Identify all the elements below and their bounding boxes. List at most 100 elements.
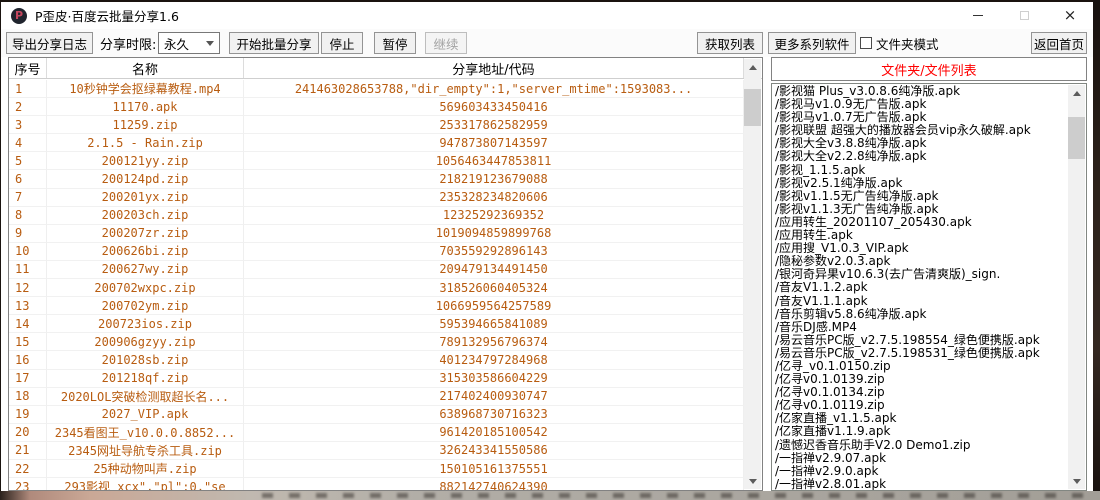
table-row[interactable]: 5200121yy.zip1056463447853811 xyxy=(9,152,744,170)
file-list-item[interactable]: /影视v1.1.3无广告纯净版.apk xyxy=(775,203,1068,216)
scroll-down-icon[interactable] xyxy=(1068,473,1085,489)
file-list-item[interactable]: /影视猫 Plus_v3.0.8.6纯净版.apk xyxy=(775,85,1068,98)
row-seq: 16 xyxy=(9,351,47,369)
table-row[interactable]: 17201218qf.zip315303586604229 xyxy=(9,370,744,388)
table-row[interactable]: 12200702wxpc.zip318526060405324 xyxy=(9,279,744,297)
row-name: 2345网址导航专杀工具.zip xyxy=(47,442,244,460)
file-list-item[interactable]: /音友V1.1.1.apk xyxy=(775,295,1068,308)
row-seq: 19 xyxy=(9,406,47,424)
table-row[interactable]: 7200201yx.zip235328234820606 xyxy=(9,189,744,207)
desktop-background-bottom xyxy=(0,491,1100,500)
file-list-item[interactable]: /应用搜_V1.0.3_VIP.apk xyxy=(775,242,1068,255)
table-row[interactable]: 13200702ym.zip1066959564257589 xyxy=(9,297,744,315)
share-limit-select[interactable]: 永久 xyxy=(158,32,220,54)
file-list-item[interactable]: /亿寻v0.1.0119.zip xyxy=(775,399,1068,412)
table-row[interactable]: 14200723ios.zip595394665841089 xyxy=(9,315,744,333)
desktop-blur-texture xyxy=(262,493,1096,498)
file-list-item[interactable]: /影视大全v2.2.8纯净版.apk xyxy=(775,150,1068,163)
table-row[interactable]: 202345看图王_v10.0.0.8852...961420185100542 xyxy=(9,424,744,442)
table-row[interactable]: 10200626bi.zip703559292896143 xyxy=(9,243,744,261)
file-list-item[interactable]: /影视马v1.0.9无广告版.apk xyxy=(775,98,1068,111)
row-name: 200121yy.zip xyxy=(47,152,244,170)
table-row[interactable]: 9200207zr.zip1019094859899768 xyxy=(9,225,744,243)
table-row[interactable]: 2225种动物叫声.zip150105161375551 xyxy=(9,460,744,478)
row-seq: 2 xyxy=(9,98,47,116)
table-row[interactable]: 6200124pd.zip218219123679088 xyxy=(9,170,744,188)
desktop-background-right xyxy=(1093,0,1100,500)
file-list-item[interactable]: /音乐DJ感.MP4 xyxy=(775,321,1068,334)
table-row[interactable]: 211170.apk569603433450416 xyxy=(9,98,744,116)
scroll-up-icon[interactable] xyxy=(744,59,761,75)
get-list-button[interactable]: 获取列表 xyxy=(697,32,763,54)
resume-button[interactable]: 继续 xyxy=(425,32,467,54)
file-list-item[interactable]: /影视马v1.0.7无广告版.apk xyxy=(775,111,1068,124)
row-name: 200626bi.zip xyxy=(47,243,244,261)
file-list-item[interactable]: /亿寻v0.1.0134.zip xyxy=(775,386,1068,399)
column-header-seq[interactable]: 序号 xyxy=(9,58,47,78)
row-seq: 5 xyxy=(9,152,47,170)
maximize-button[interactable] xyxy=(1001,2,1047,29)
file-list-item[interactable]: /影视联盟 超强大的播放器会员vip永久破解.apk xyxy=(775,124,1068,137)
minimize-button[interactable] xyxy=(955,2,1001,29)
table-row[interactable]: 42.1.5 - Rain.zip947873807143597 xyxy=(9,134,744,152)
file-list-item[interactable]: /影视v2.5.1纯净版.apk xyxy=(775,177,1068,190)
file-list-item[interactable]: /一指禅v2.8.01.apk xyxy=(775,478,1068,490)
row-name: 200906gzyy.zip xyxy=(47,333,244,351)
row-name: 11170.apk xyxy=(47,98,244,116)
back-home-button[interactable]: 返回首页 xyxy=(1031,32,1087,54)
table-row[interactable]: 16201028sb.zip401234797284968 xyxy=(9,351,744,369)
table-scrollbar-thumb[interactable] xyxy=(744,89,761,126)
file-list-item[interactable]: /影视大全v3.8.8纯净版.apk xyxy=(775,137,1068,150)
file-list-item[interactable]: /音乐剪辑v5.8.6纯净版.apk xyxy=(775,308,1068,321)
row-name: 2020LOL突破检测取超长名... xyxy=(47,388,244,406)
table-row[interactable]: 8200203ch.zip12325292369352 xyxy=(9,207,744,225)
file-list-item[interactable]: /亿家直播v1.1.9.apk xyxy=(775,425,1068,438)
file-list-item[interactable]: /隐秘参数v2.0.3.apk xyxy=(775,255,1068,268)
file-list-item[interactable]: /一指禅v2.9.07.apk xyxy=(775,452,1068,465)
file-list-item[interactable]: /亿寻_v0.1.0150.zip xyxy=(775,360,1068,373)
row-seq: 3 xyxy=(9,116,47,134)
pause-button[interactable]: 暂停 xyxy=(374,32,416,54)
table-row[interactable]: 15200906gzyy.zip789132956796374 xyxy=(9,333,744,351)
row-code: 947873807143597 xyxy=(244,134,744,152)
titlebar: P P歪皮·百度云批量分享1.6 × xyxy=(1,2,1093,29)
row-seq: 18 xyxy=(9,388,47,406)
table-row[interactable]: 182020LOL突破检测取超长名...217402400930747 xyxy=(9,388,744,406)
folder-mode-checkbox[interactable] xyxy=(860,37,872,49)
table-row[interactable]: 192027_VIP.apk638968730716323 xyxy=(9,406,744,424)
close-button[interactable]: × xyxy=(1047,2,1093,29)
table-row[interactable]: 11200627wy.zip209479134491450 xyxy=(9,261,744,279)
file-list-item[interactable]: /一指禅v2.9.0.apk xyxy=(775,465,1068,478)
file-list-item[interactable]: /应用转生.apk xyxy=(775,229,1068,242)
file-list-item[interactable]: /易云音乐PC版_v2.7.5.198531_绿色便携版.apk xyxy=(775,347,1068,360)
file-list-item[interactable]: /亿家直播_v1.1.5.apk xyxy=(775,412,1068,425)
table-row[interactable]: 23293影视_xcx","pl":0,"se882142740624390 xyxy=(9,478,744,490)
table-row[interactable]: 212345网址导航专杀工具.zip326243341550586 xyxy=(9,442,744,460)
scroll-up-icon[interactable] xyxy=(1068,85,1085,101)
start-batch-share-button[interactable]: 开始批量分享 xyxy=(229,32,319,54)
row-code: 315303586604229 xyxy=(244,370,744,388)
file-list-item[interactable]: /应用转生_20201107_205430.apk xyxy=(775,216,1068,229)
row-name: 200627wy.zip xyxy=(47,261,244,279)
row-seq: 1 xyxy=(9,80,47,98)
file-list-scrollbar[interactable] xyxy=(1068,85,1085,489)
file-list-item[interactable]: /银河奇异果v10.6.3(去广告清爽版)_sign. xyxy=(775,268,1068,281)
column-header-name[interactable]: 名称 xyxy=(47,58,244,78)
scroll-down-icon[interactable] xyxy=(744,473,761,489)
row-seq: 21 xyxy=(9,442,47,460)
file-list-item[interactable]: /影视v1.1.5无广告纯净版.apk xyxy=(775,190,1068,203)
more-software-button[interactable]: 更多系列软件 xyxy=(768,32,856,54)
table-row[interactable]: 110秒钟学会抠绿幕教程.mp4241463028653788,"dir_emp… xyxy=(9,80,744,98)
table-scrollbar[interactable] xyxy=(744,59,761,489)
stop-button[interactable]: 停止 xyxy=(321,32,363,54)
file-list-item[interactable]: /影视_1.1.5.apk xyxy=(775,164,1068,177)
export-log-button[interactable]: 导出分享日志 xyxy=(6,32,93,54)
file-list-item[interactable]: /音友V1.1.2.apk xyxy=(775,281,1068,294)
row-seq: 20 xyxy=(9,424,47,442)
file-list-item[interactable]: /易云音乐PC版_v2.7.5.198554_绿色便携版.apk xyxy=(775,334,1068,347)
file-list-item[interactable]: /亿寻v0.1.0139.zip xyxy=(775,373,1068,386)
column-header-code[interactable]: 分享地址/代码 xyxy=(244,58,744,78)
table-row[interactable]: 311259.zip253317862582959 xyxy=(9,116,744,134)
file-list-item[interactable]: /遗憾迟香音乐助手V2.0 Demo1.zip xyxy=(775,439,1068,452)
file-list-scrollbar-thumb[interactable] xyxy=(1068,117,1085,159)
